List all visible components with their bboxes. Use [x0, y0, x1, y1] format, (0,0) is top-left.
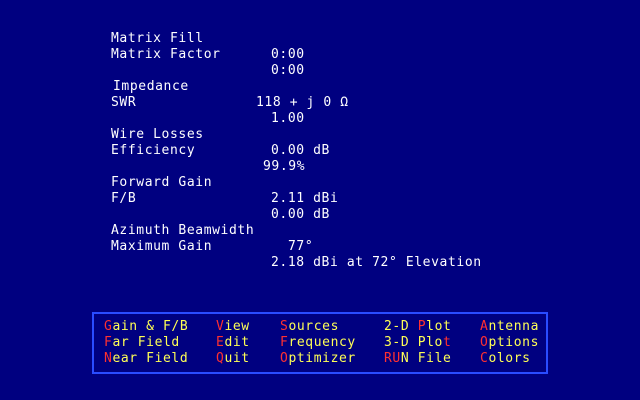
result-matrix-factor: Matrix Factor 0:00 [111, 31, 304, 78]
result-efficiency: Efficiency 99.9% [111, 127, 305, 174]
result-label: SWR [111, 95, 137, 110]
result-value: 0:00 [271, 47, 305, 62]
menu-label: ar Field [112, 335, 180, 350]
result-value: 0:00 [271, 63, 305, 78]
menu-colors[interactable]: Colors [480, 351, 531, 367]
menu-label: lot [426, 319, 452, 334]
menu-label-prefix: 3-D Plo [384, 335, 443, 350]
menu-edit[interactable]: Edit [216, 335, 250, 351]
menu-label: dit [224, 335, 250, 350]
result-value: 77° [288, 239, 314, 254]
menu-quit[interactable]: Quit [216, 351, 250, 367]
menu-label: uit [224, 351, 250, 366]
main-menu: Gain & F/B Far Field Near Field View Edi… [92, 312, 548, 374]
result-label: Matrix Factor [111, 47, 221, 62]
menu-antenna[interactable]: Antenna [480, 319, 539, 335]
hotkey: P [417, 319, 427, 334]
menu-label: ptimizer [288, 351, 356, 366]
result-label: F/B [111, 191, 137, 206]
result-swr: SWR 1.00 [111, 79, 304, 126]
menu-label-prefix: 2-D [384, 319, 418, 334]
menu-label: ources [288, 319, 339, 334]
result-matrix-fill: Matrix Fill 0:00 [111, 15, 304, 62]
result-value: 118 + j 0 Ω [256, 95, 349, 110]
result-azimuth-beamwidth: Azimuth Beamwidth 77° [111, 207, 313, 254]
result-front-to-back: F/B 0.00 dB [111, 175, 329, 222]
menu-view[interactable]: View [216, 319, 250, 335]
menu-run-file[interactable]: RUN File [384, 351, 451, 367]
result-value: 99.9% [263, 159, 306, 174]
menu-sources[interactable]: Sources [280, 319, 339, 335]
result-label: Azimuth Beamwidth [111, 223, 255, 238]
result-wire-losses: Wire Losses 0.00 dB [111, 111, 329, 158]
result-value: 2.11 dBi [271, 191, 339, 206]
result-label: Maximum Gain [111, 239, 213, 254]
menu-label: ain & F/B [112, 319, 189, 334]
menu-gain-fb[interactable]: Gain & F/B [104, 319, 188, 335]
menu-frequency[interactable]: Frequency [280, 335, 356, 351]
result-value: 1.00 [271, 111, 305, 126]
menu-label: ntenna [488, 319, 539, 334]
menu-label: N File [400, 351, 452, 366]
hotkey: t [443, 335, 452, 350]
menu-near-field[interactable]: Near Field [104, 351, 188, 367]
menu-optimizer[interactable]: Optimizer [280, 351, 356, 367]
result-value: 0.00 dB [271, 143, 330, 158]
menu-options[interactable]: Options [480, 335, 539, 351]
hotkey: RU [384, 351, 401, 366]
result-maximum-gain: Maximum Gain 2.18 dBi at 72° Elevation [111, 223, 481, 270]
result-impedance: Impedance 118 + j 0 Ω [113, 63, 348, 110]
menu-label: ear Field [112, 351, 189, 366]
menu-far-field[interactable]: Far Field [104, 335, 180, 351]
menu-3d-plot[interactable]: 3-D Plot [384, 335, 451, 351]
menu-label: olors [488, 351, 531, 366]
menu-label: requency [288, 335, 356, 350]
result-label: Efficiency [111, 143, 196, 158]
result-value: 2.18 dBi at 72° Elevation [271, 255, 482, 270]
menu-2d-plot[interactable]: 2-D Plot [384, 319, 451, 335]
menu-label: iew [224, 319, 250, 334]
result-forward-gain: Forward Gain 2.11 dBi [111, 159, 338, 206]
result-value: 0.00 dB [271, 207, 330, 222]
menu-label: ptions [488, 335, 539, 350]
